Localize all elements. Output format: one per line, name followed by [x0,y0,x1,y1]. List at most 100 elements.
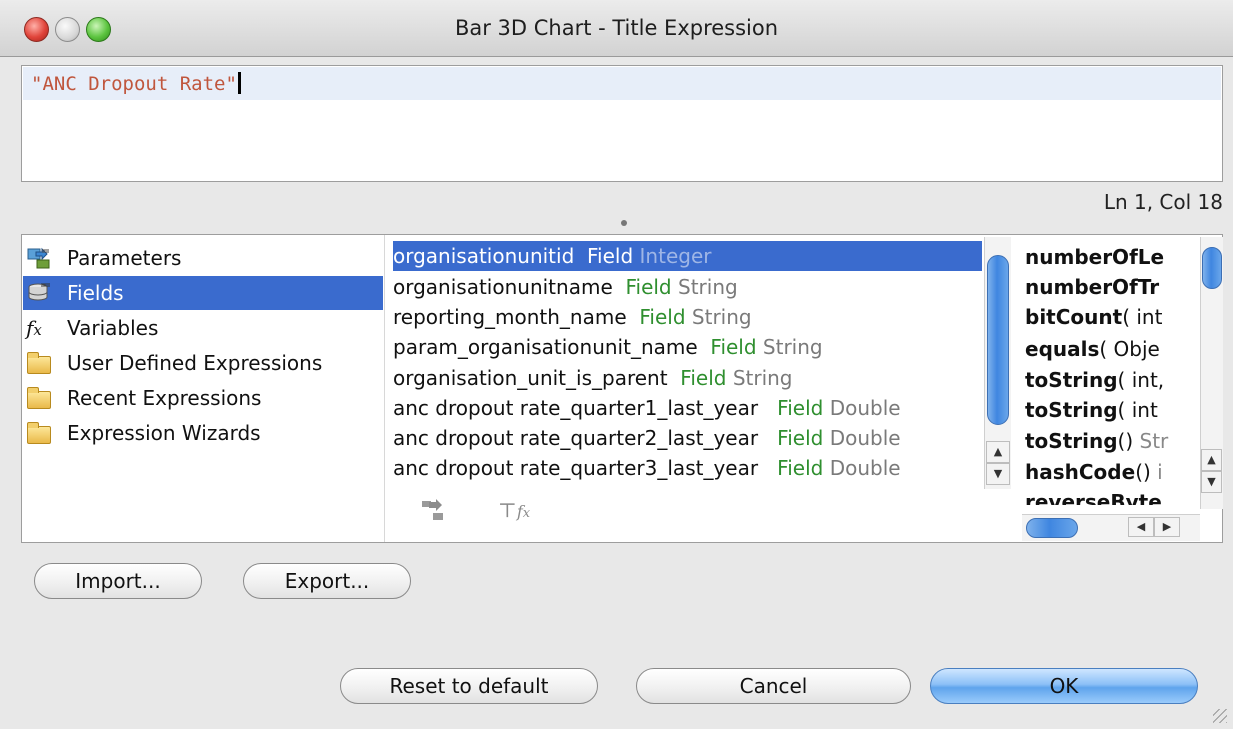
tree-item-expression-wizards[interactable]: Expression Wizards [23,416,383,450]
field-type: String [678,275,738,299]
field-type: Double [829,456,901,480]
field-type: String [762,335,823,359]
method-list-scroll-left[interactable]: ◀ [1128,517,1154,537]
field-kind: Field [587,244,634,268]
field-kind: Field [639,305,686,329]
export-button[interactable]: Export... [243,563,411,599]
tree-item-label: Variables [67,316,159,340]
method-list-scrollbar[interactable]: ▲ ▼ [1200,237,1223,509]
field-type: String [691,305,752,329]
field-list-scroll-thumb[interactable] [987,255,1009,425]
cancel-button[interactable]: Cancel [636,668,911,704]
field-list-scroll-up[interactable]: ▲ [986,441,1010,463]
method-row[interactable]: hashCode() i [1025,458,1163,486]
cursor-position: Ln 1, Col 18 [1103,190,1223,214]
import-button[interactable]: Import... [34,563,202,599]
text-caret [237,72,241,94]
method-list-scroll-right[interactable]: ▶ [1154,517,1180,537]
method-row[interactable]: toString( int, [1025,366,1164,394]
method-name: bitCount [1025,305,1123,329]
insert-field-icon[interactable] [421,498,447,527]
fx-icon: fx [26,316,42,340]
title-bar: Bar 3D Chart - Title Expression [0,0,1233,57]
method-return-type: i [1157,460,1163,484]
method-return-type: Str [1139,429,1169,453]
fields-icon [28,283,50,301]
field-row[interactable]: anc dropout rate_quarter1_last_year Fiel… [393,393,982,423]
method-row[interactable]: reverseByte [1025,488,1162,505]
method-list-scroll-thumb[interactable] [1202,247,1222,289]
method-args: () [1135,460,1151,484]
tree-item-variables[interactable]: fx Variables [23,311,383,345]
splitter-handle[interactable] [621,220,627,226]
method-row[interactable]: toString() Str [1025,427,1168,455]
method-row[interactable]: toString( int [1025,396,1158,424]
method-args: ( Obje [1099,337,1160,361]
folder-icon [27,422,51,444]
field-name: reporting_month_name [393,305,627,329]
field-list: organisationunitid Field Integer organis… [393,235,982,488]
insert-function-icon[interactable]: ⊤fx [498,498,530,522]
method-list-horizontal-scrollbar[interactable]: ◀ ▶ [1022,514,1200,541]
tree-item-label: Parameters [67,246,182,270]
panel-divider[interactable] [384,235,385,542]
expression-browser: Parameters Fields fx Variables User Defi… [21,234,1223,543]
field-list-scrollbar[interactable]: ▲ ▼ [984,237,1011,489]
method-name: toString [1025,368,1118,392]
method-row[interactable]: bitCount( int [1025,303,1162,331]
method-list-hscroll-thumb[interactable] [1026,518,1078,538]
field-row[interactable]: organisation_unit_is_parent Field String [393,363,982,393]
method-row[interactable]: numberOfTr [1025,273,1159,301]
field-name: param_organisationunit_name [393,335,698,359]
field-kind: Field [777,396,824,420]
method-name: reverseByte [1025,490,1162,505]
field-name: anc dropout rate_quarter3_last_year [393,456,759,480]
field-name: organisationunitid [393,244,575,268]
field-kind: Field [777,426,824,450]
field-kind: Field [710,335,757,359]
tree-item-user-defined-expressions[interactable]: User Defined Expressions [23,346,383,380]
expression-text: "ANC Dropout Rate" [31,73,237,95]
method-args: ( int [1117,398,1158,422]
method-name: equals [1025,337,1100,361]
tree-item-parameters[interactable]: Parameters [23,241,383,275]
tree-item-label: Fields [67,281,124,305]
field-type: Integer [639,244,712,268]
ok-button[interactable]: OK [930,668,1198,704]
field-row[interactable]: anc dropout rate_quarter2_last_year Fiel… [393,423,982,453]
method-args: ( int [1122,305,1163,329]
method-row[interactable]: numberOfLe [1025,243,1164,271]
method-args: ( int, [1117,368,1165,392]
method-list: numberOfLe numberOfTr bitCount( int equa… [1017,235,1200,505]
field-row[interactable]: anc dropout rate_quarter3_last_year Fiel… [393,453,982,483]
method-list-scroll-up[interactable]: ▲ [1201,449,1222,471]
method-list-scroll-down[interactable]: ▼ [1201,471,1222,493]
field-row[interactable]: reporting_month_name Field String [393,302,982,332]
field-type: String [732,366,793,390]
folder-icon [27,352,51,374]
tree-item-label: Recent Expressions [67,386,262,410]
method-name: toString [1025,398,1118,422]
field-kind: Field [625,275,672,299]
window-title: Bar 3D Chart - Title Expression [454,16,779,40]
parameters-icon [27,247,50,269]
expression-editor[interactable]: "ANC Dropout Rate" [21,65,1223,182]
resize-grip[interactable] [1213,709,1227,723]
category-tree: Parameters Fields fx Variables User Defi… [22,235,384,542]
field-name: anc dropout rate_quarter2_last_year [393,426,759,450]
tree-item-fields[interactable]: Fields [23,276,383,310]
field-row[interactable]: organisationunitid Field Integer [393,241,982,271]
field-kind: Field [680,366,727,390]
field-name: organisationunitname [393,275,613,299]
field-list-scroll-down[interactable]: ▼ [986,463,1010,485]
field-row[interactable]: param_organisationunit_name Field String [393,332,982,362]
method-args: () [1117,429,1134,453]
method-name: toString [1025,429,1118,453]
tree-item-label: Expression Wizards [67,421,261,445]
reset-to-default-button[interactable]: Reset to default [340,668,598,704]
tree-item-recent-expressions[interactable]: Recent Expressions [23,381,383,415]
field-name: anc dropout rate_quarter1_last_year [393,396,759,420]
field-type: Double [829,396,901,420]
field-row[interactable]: organisationunitname Field String [393,272,982,302]
method-row[interactable]: equals( Obje [1025,335,1160,363]
